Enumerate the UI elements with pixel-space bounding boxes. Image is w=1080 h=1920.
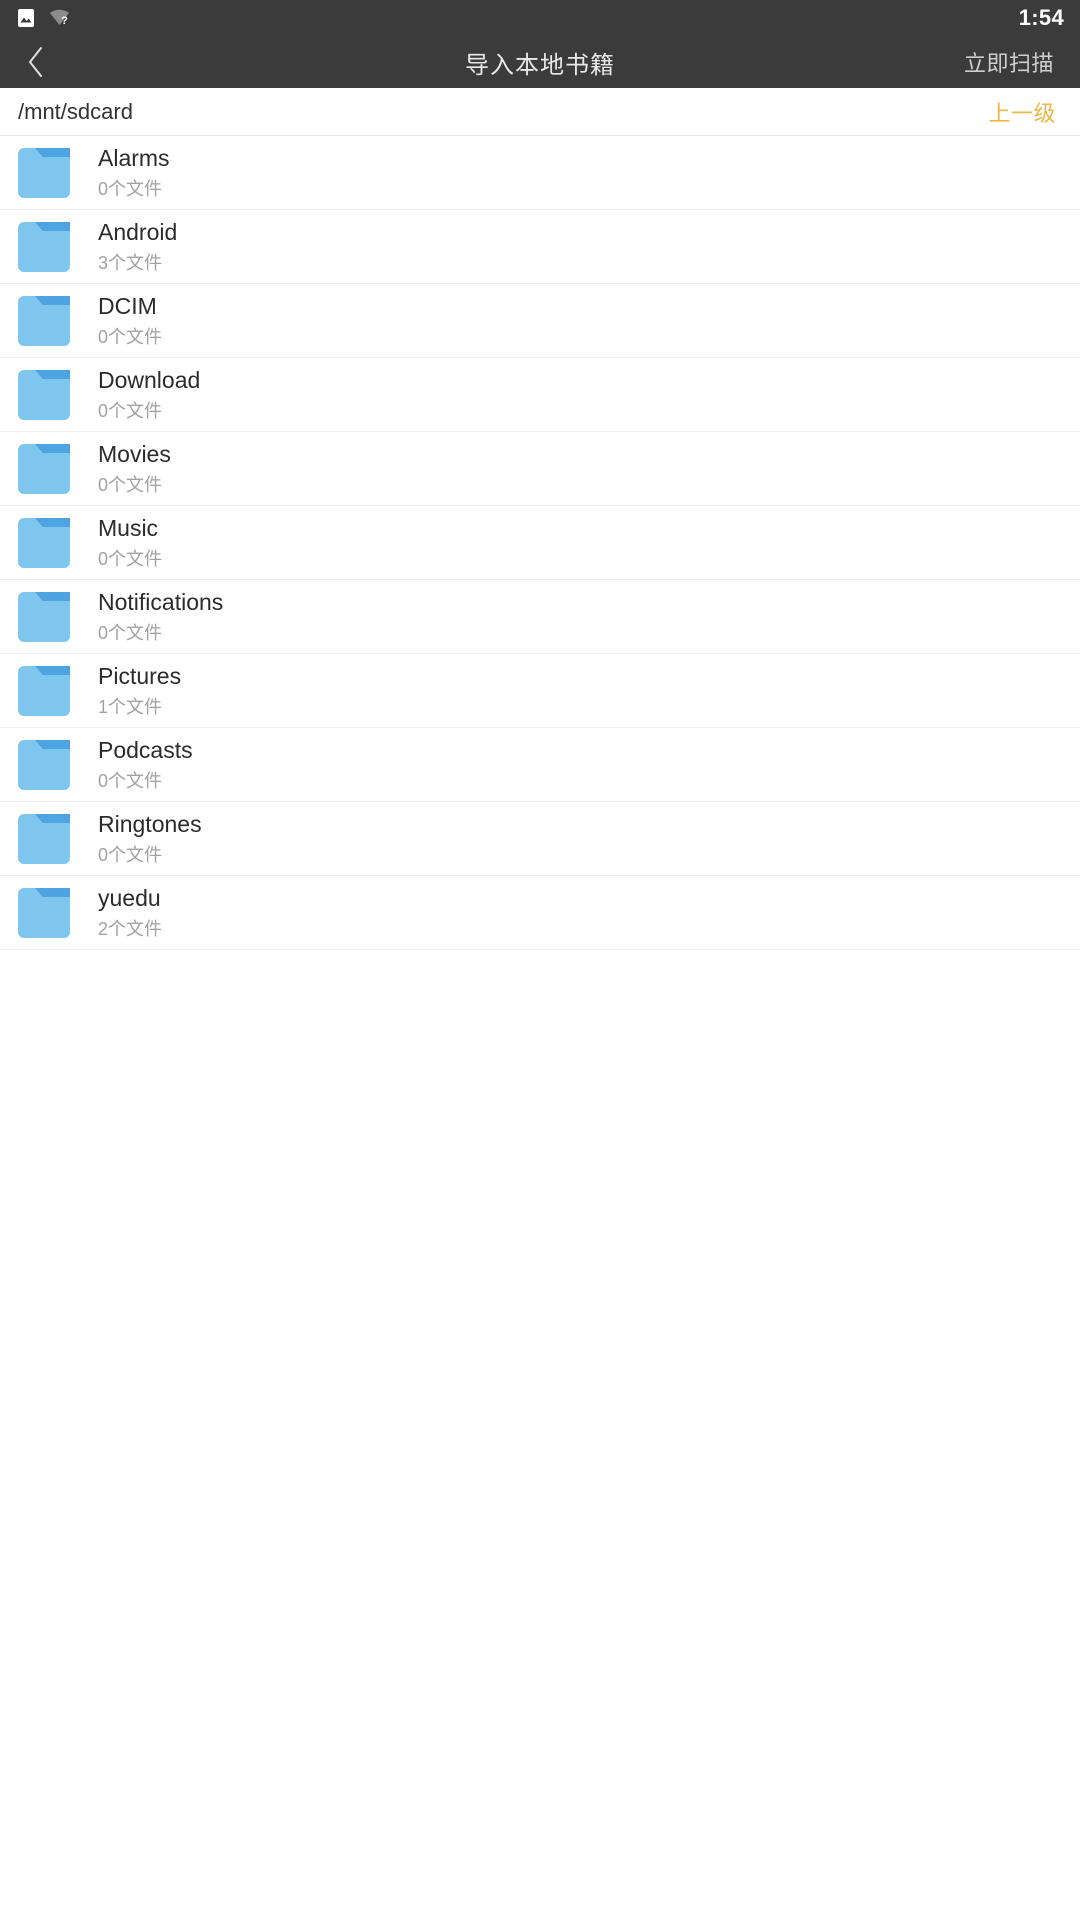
folder-icon xyxy=(18,443,70,494)
parent-directory-button[interactable]: 上一级 xyxy=(988,96,1056,128)
list-item-yuedu[interactable]: yuedu 2个文件 xyxy=(0,876,1080,950)
scan-now-button[interactable]: 立即扫描 xyxy=(964,46,1054,78)
list-item-music[interactable]: Music 0个文件 xyxy=(0,506,1080,580)
list-item-notifications[interactable]: Notifications 0个文件 xyxy=(0,580,1080,654)
list-item-podcasts[interactable]: Podcasts 0个文件 xyxy=(0,728,1080,802)
list-item-name: Pictures xyxy=(98,662,182,689)
list-item-pictures[interactable]: Pictures 1个文件 xyxy=(0,654,1080,728)
list-item-download[interactable]: Download 0个文件 xyxy=(0,358,1080,432)
folder-icon xyxy=(18,221,70,272)
list-item-count: 3个文件 xyxy=(98,252,163,273)
status-bar-icons: ? xyxy=(16,8,74,28)
back-button[interactable] xyxy=(0,36,72,88)
list-item-alarms[interactable]: Alarms 0个文件 xyxy=(0,136,1080,210)
photo-icon xyxy=(16,8,36,28)
list-item-count: 0个文件 xyxy=(98,770,163,791)
list-item-text: Pictures 1个文件 xyxy=(98,662,181,719)
list-item-name: Download xyxy=(98,366,201,393)
list-item-name: yuedu xyxy=(98,884,161,911)
folder-icon xyxy=(18,591,70,642)
list-item-movies[interactable]: Movies 0个文件 xyxy=(0,432,1080,506)
folder-icon xyxy=(18,665,70,716)
list-item-text: Android 3个文件 xyxy=(98,218,177,275)
list-item-name: Alarms xyxy=(98,144,170,171)
list-item-text: Movies 0个文件 xyxy=(98,440,171,497)
folder-icon xyxy=(18,295,70,346)
page-title: 导入本地书籍 xyxy=(465,51,615,79)
list-item-android[interactable]: Android 3个文件 xyxy=(0,210,1080,284)
list-item-dcim[interactable]: DCIM 0个文件 xyxy=(0,284,1080,358)
list-item-text: Ringtones 0个文件 xyxy=(98,810,202,867)
list-item-count: 0个文件 xyxy=(98,622,163,643)
folder-icon xyxy=(18,887,70,938)
folder-icon xyxy=(18,147,70,198)
list-item-name: Android xyxy=(98,218,178,245)
list-item-text: Download 0个文件 xyxy=(98,366,200,423)
list-item-text: Alarms 0个文件 xyxy=(98,144,170,201)
list-item-count: 0个文件 xyxy=(98,326,163,347)
path-bar: /mnt/sdcard 上一级 xyxy=(0,88,1080,136)
file-list: Alarms 0个文件 Android 3个文件 DCIM 0个文件 Downl… xyxy=(0,136,1080,950)
list-item-count: 0个文件 xyxy=(98,400,163,421)
list-item-ringtones[interactable]: Ringtones 0个文件 xyxy=(0,802,1080,876)
current-path: /mnt/sdcard xyxy=(18,98,133,124)
list-item-name: DCIM xyxy=(98,292,157,319)
status-clock: 1:54 xyxy=(1018,5,1064,30)
folder-icon xyxy=(18,369,70,420)
status-bar-right: 1:54 xyxy=(1019,7,1064,29)
list-item-text: Podcasts 0个文件 xyxy=(98,736,193,793)
list-item-count: 0个文件 xyxy=(98,178,163,199)
folder-icon xyxy=(18,517,70,568)
list-item-count: 0个文件 xyxy=(98,548,163,569)
list-item-count: 2个文件 xyxy=(98,918,163,939)
app-screen: ? 1:54 导入本地书籍 立即扫描 /mnt/sdcard 上一级 Alarm… xyxy=(0,0,1080,1920)
app-bar: 导入本地书籍 立即扫描 xyxy=(0,36,1080,88)
list-item-count: 0个文件 xyxy=(98,474,163,495)
chevron-left-icon xyxy=(25,45,47,79)
wifi-question-icon: ? xyxy=(48,8,74,28)
list-item-name: Movies xyxy=(98,440,171,467)
list-item-text: yuedu 2个文件 xyxy=(98,884,162,941)
list-item-name: Ringtones xyxy=(98,810,202,837)
svg-text:?: ? xyxy=(61,15,68,27)
list-item-count: 1个文件 xyxy=(98,696,163,717)
list-item-name: Notifications xyxy=(98,588,224,615)
status-bar: ? 1:54 xyxy=(0,0,1080,36)
list-item-text: Music 0个文件 xyxy=(98,514,162,571)
list-item-name: Podcasts xyxy=(98,736,193,763)
folder-icon xyxy=(18,813,70,864)
list-item-name: Music xyxy=(98,514,159,541)
list-item-count: 0个文件 xyxy=(98,844,163,865)
folder-icon xyxy=(18,739,70,790)
list-item-text: DCIM 0个文件 xyxy=(98,292,162,349)
list-item-text: Notifications 0个文件 xyxy=(98,588,223,645)
